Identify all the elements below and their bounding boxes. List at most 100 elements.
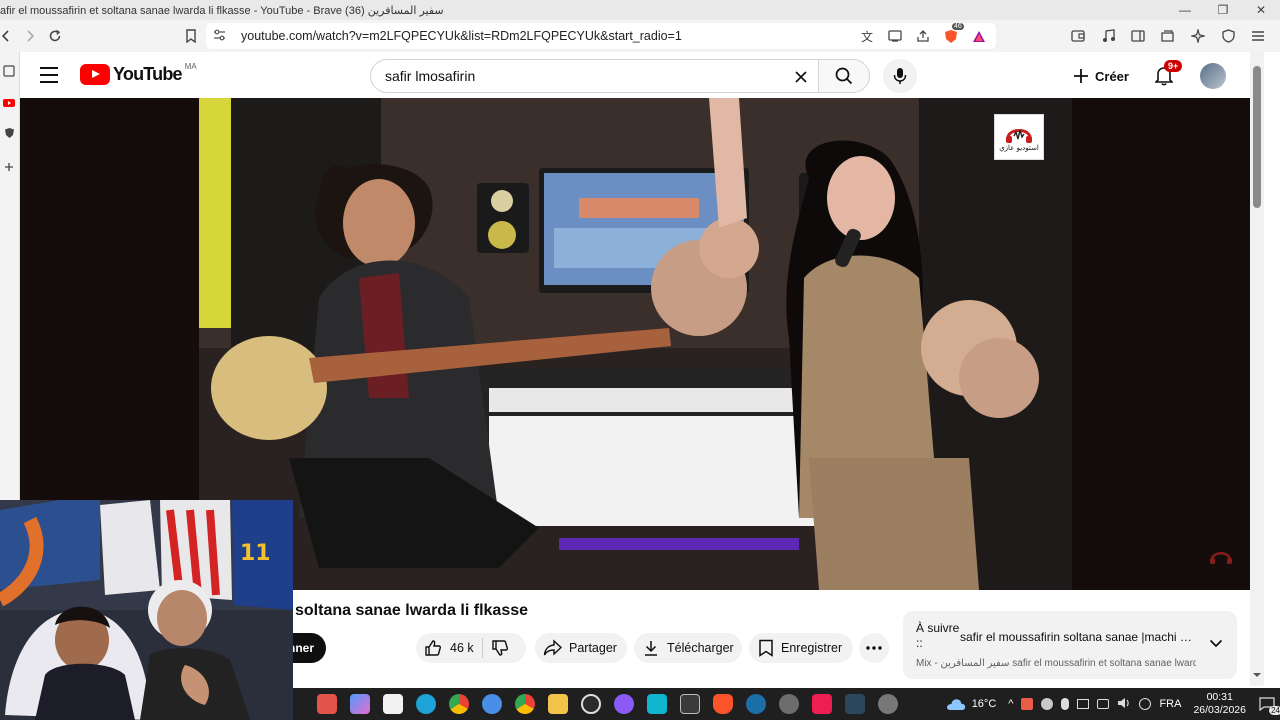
task-app-4-icon[interactable]	[680, 694, 700, 714]
leo-ai-icon[interactable]	[1186, 24, 1210, 48]
save-bookmark-icon	[759, 639, 773, 657]
edge-icon[interactable]	[416, 694, 436, 714]
window-controls: — ❐ ✕	[1166, 0, 1280, 20]
up-next-mix-line: Mix - سفير المسافرين safir el moussafiri…	[916, 658, 1196, 669]
system-tray: 16°C ^ FRA 00:31 26/03/2026 24	[946, 688, 1280, 720]
tiktok-icon[interactable]	[812, 694, 832, 714]
steam-icon[interactable]	[746, 694, 766, 714]
account-avatar[interactable]	[1200, 63, 1226, 89]
browser-extensions	[1066, 24, 1270, 48]
file-explorer-icon[interactable]	[548, 694, 568, 714]
search-query-text[interactable]: safir lmosafirin	[385, 68, 475, 84]
tray-app-3-icon[interactable]	[1139, 698, 1152, 710]
weather-cloud-icon[interactable]	[946, 697, 966, 711]
sidebar-toggle-icon[interactable]	[1126, 24, 1150, 48]
address-bar[interactable]: youtube.com/watch?v=m2LFQPECYUk&list=RDm…	[206, 23, 996, 49]
obs-icon[interactable]	[581, 694, 601, 714]
up-next-label: À suivre ::	[916, 621, 960, 650]
youtube-logo[interactable]: YouTube MA	[80, 62, 197, 85]
more-horizontal-icon	[866, 646, 882, 650]
channel-watermark-logo: استوديو عازي	[994, 114, 1044, 160]
minimize-button[interactable]: —	[1166, 0, 1204, 20]
video-frame[interactable]: استوديو عازي	[199, 98, 1072, 590]
tray-overflow-icon[interactable]: ^	[1008, 698, 1013, 710]
tray-app-2-icon[interactable]	[1041, 698, 1054, 710]
scroll-down-icon	[1253, 673, 1261, 677]
clock-time: 00:31	[1206, 691, 1233, 703]
microphone-icon	[893, 68, 907, 84]
brave-taskbar-icon[interactable]	[713, 694, 733, 714]
browser-toolbar: youtube.com/watch?v=m2LFQPECYUk&list=RDm…	[0, 20, 1280, 52]
download-label: Télécharger	[667, 641, 734, 655]
maximize-button[interactable]: ❐	[1204, 0, 1242, 20]
wallet-card-icon[interactable]	[1156, 24, 1180, 48]
steam-2-icon[interactable]	[845, 694, 865, 714]
up-next-panel[interactable]: À suivre :: safir el moussafirin soltana…	[903, 611, 1237, 679]
volume-icon[interactable]	[1117, 697, 1131, 712]
task-app-2-icon[interactable]	[482, 694, 502, 714]
forward-icon[interactable]	[18, 24, 42, 48]
clear-search-icon[interactable]	[790, 66, 812, 88]
task-app-1-icon[interactable]	[317, 694, 337, 714]
up-next-title[interactable]: safir el moussafirin soltana sanae |mach…	[960, 630, 1196, 644]
site-settings-icon[interactable]	[206, 29, 232, 44]
brave-shield-icon[interactable]: 46	[940, 23, 964, 47]
media-icon[interactable]	[1096, 24, 1120, 48]
back-icon[interactable]	[0, 24, 18, 48]
network-icon[interactable]	[1097, 699, 1110, 709]
voice-search-button[interactable]	[883, 59, 917, 93]
cast-icon[interactable]	[884, 25, 906, 47]
url-text[interactable]: youtube.com/watch?v=m2LFQPECYUk&list=RDm…	[241, 29, 682, 43]
share-page-icon[interactable]	[912, 25, 934, 47]
logi-icon[interactable]	[647, 694, 667, 714]
task-app-5-icon[interactable]	[779, 694, 799, 714]
tabs-panel-icon[interactable]	[0, 62, 18, 80]
tray-app-icon[interactable]	[1021, 698, 1034, 710]
youtube-tab-icon[interactable]	[0, 94, 18, 112]
like-button[interactable]: 46 k	[416, 639, 474, 657]
webcam-scene-image: 11	[0, 500, 293, 720]
task-app-3-icon[interactable]	[614, 694, 634, 714]
close-window-button[interactable]: ✕	[1242, 0, 1280, 20]
chevron-down-icon[interactable]	[1209, 635, 1223, 651]
vpn-icon[interactable]	[1216, 24, 1240, 48]
dislike-button[interactable]	[491, 639, 509, 657]
bookmark-icon[interactable]	[179, 24, 203, 48]
settings-gear-icon[interactable]	[878, 694, 898, 714]
share-button[interactable]: Partager	[535, 633, 627, 663]
brave-rewards-icon[interactable]	[968, 25, 990, 47]
weather-temperature[interactable]: 16°C	[972, 698, 997, 710]
tray-mail-icon[interactable]	[1077, 699, 1090, 709]
download-button[interactable]: Télécharger	[634, 633, 742, 663]
chrome-profile-icon[interactable]	[515, 694, 535, 714]
notifications-button[interactable]: 9+	[1150, 60, 1183, 90]
more-actions-button[interactable]	[859, 633, 889, 663]
tray-microphone-icon[interactable]	[1061, 698, 1070, 710]
chrome-icon[interactable]	[449, 694, 469, 714]
brave-tab-icon[interactable]	[0, 124, 18, 142]
browser-menu-icon[interactable]	[1246, 24, 1270, 48]
wallet-icon[interactable]	[1066, 24, 1090, 48]
new-tab-icon[interactable]	[0, 158, 18, 176]
clock[interactable]: 00:31 26/03/2026	[1193, 691, 1246, 717]
start-store-icon[interactable]	[383, 694, 403, 714]
create-button[interactable]: Créer	[1067, 60, 1135, 92]
thumbs-up-icon	[425, 640, 441, 656]
address-bar-actions: 文 46	[856, 23, 990, 47]
scrollbar-thumb[interactable]	[1253, 66, 1261, 208]
search-input[interactable]: safir lmosafirin	[370, 59, 818, 93]
notification-badge: 9+	[1164, 60, 1183, 72]
like-separator	[481, 638, 483, 658]
input-language[interactable]: FRA	[1159, 698, 1181, 710]
share-arrow-icon	[543, 639, 563, 656]
player-corner-logo-icon	[1208, 546, 1234, 566]
copilot-icon[interactable]	[350, 694, 370, 714]
notification-center-icon[interactable]: 24	[1254, 694, 1280, 715]
search-button[interactable]	[818, 59, 870, 93]
save-button[interactable]: Enregistrer	[749, 633, 853, 663]
reload-icon[interactable]	[43, 24, 67, 48]
translate-icon[interactable]: 文	[856, 25, 878, 47]
page-scrollbar[interactable]	[1250, 52, 1264, 686]
shield-badge: 46	[952, 23, 964, 30]
guide-menu-button[interactable]	[38, 64, 60, 86]
